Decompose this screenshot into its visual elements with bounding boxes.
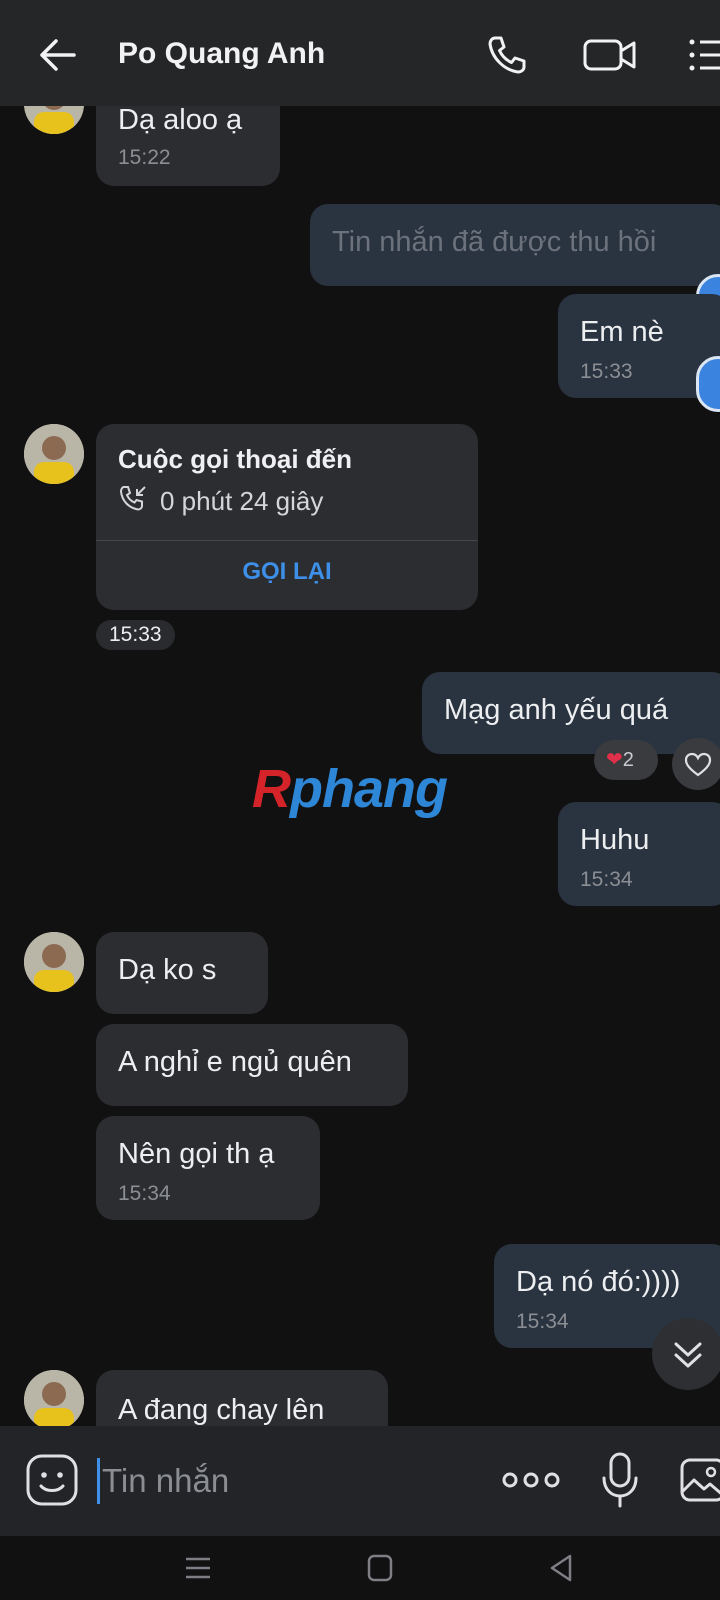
avatar[interactable] [24,932,84,992]
message-bubble[interactable]: Dạ ko s [96,932,268,1014]
message-composer [0,1426,720,1536]
message-input[interactable] [102,1456,462,1506]
incoming-call-card[interactable]: Cuộc gọi thoại đến 0 phút 24 giây GỌI LẠ… [96,424,478,610]
list-menu-icon[interactable] [688,32,720,78]
message-time: 15:33 [580,360,633,383]
back-nav-icon[interactable] [542,1550,582,1586]
call-duration: 0 phút 24 giây [160,486,324,516]
message-bubble[interactable]: A nghỉ e ngủ quên [96,1024,408,1106]
microphone-icon[interactable] [598,1450,642,1510]
reaction-count: 2 [622,749,634,771]
message-list[interactable]: Dạ aloo ạ 15:22 Tin nhắn đã được thu hồi… [0,106,720,1426]
reaction-badge[interactable]: ❤2 [594,740,658,780]
message-bubble[interactable]: Dạ aloo ạ 15:22 [96,106,280,186]
message-time: 15:33 [96,620,175,650]
arrow-left-icon[interactable] [36,34,78,76]
recent-apps-icon[interactable] [178,1550,218,1586]
double-chevron-down-icon [674,1342,702,1368]
heart-outline-icon [684,752,712,777]
phone-icon[interactable] [484,32,530,78]
heart-reaction-icon: ❤ [606,749,623,771]
quick-action-button[interactable] [696,356,720,412]
message-time: 15:34 [516,1310,569,1333]
more-options-icon[interactable] [500,1462,562,1498]
react-button[interactable] [672,738,720,790]
video-camera-icon[interactable] [582,32,638,78]
message-text: Nên gọi th ạ [118,1138,275,1170]
system-navigation-bar [0,1536,720,1600]
incoming-call-icon [119,486,146,511]
message-text: Dạ nó đó:)))) [516,1266,681,1298]
avatar[interactable] [24,1370,84,1426]
chat-header: Po Quang Anh [0,0,720,106]
message-bubble[interactable]: Huhu 15:34 [558,802,720,906]
message-text: Em nè [580,316,664,348]
message-text: Dạ aloo ạ [118,106,243,136]
scroll-to-bottom-button[interactable] [652,1318,720,1390]
message-text: Huhu [580,824,650,856]
message-text: Mạg anh yếu quá [444,694,669,726]
message-bubble[interactable]: A đang chay lên [96,1370,388,1426]
divider [96,540,478,541]
message-bubble[interactable]: Nên gọi th ạ 15:34 [96,1116,320,1220]
message-text: A nghỉ e ngủ quên [118,1046,352,1078]
message-time: 15:22 [118,146,171,169]
contact-name[interactable]: Po Quang Anh [118,37,325,71]
message-time: 15:34 [118,1182,171,1205]
message-text: A đang chay lên [118,1394,325,1426]
message-text: Dạ ko s [118,954,217,986]
watermark-logo: Rphang [252,759,448,819]
text-caret [97,1458,100,1504]
call-back-button[interactable]: GỌI LẠI [96,558,478,586]
avatar[interactable] [24,424,84,484]
message-time: 15:34 [580,868,633,891]
sticker-icon[interactable] [24,1452,80,1508]
image-gallery-icon[interactable] [678,1454,720,1506]
home-icon[interactable] [360,1550,400,1586]
message-text: Tin nhắn đã được thu hồi [332,226,657,258]
call-title: Cuộc gọi thoại đến [118,444,352,474]
recalled-message-bubble[interactable]: Tin nhắn đã được thu hồi [310,204,720,286]
avatar[interactable] [24,106,84,134]
